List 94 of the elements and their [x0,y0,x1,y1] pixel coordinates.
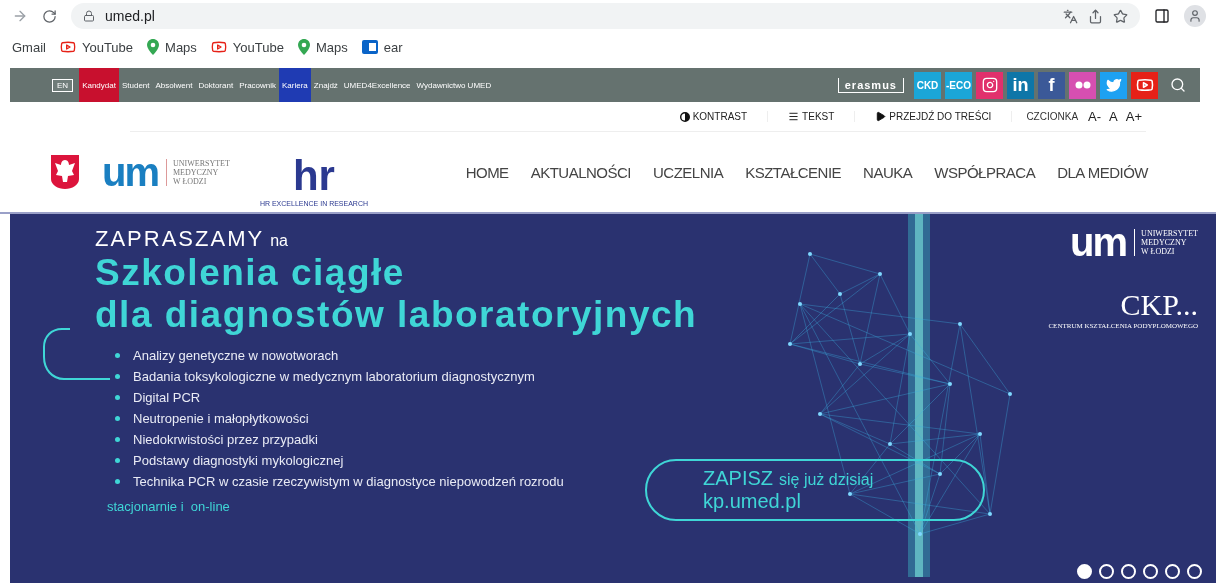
top-link[interactable]: Student [118,68,153,102]
accessibility-link[interactable]: TEKST [768,111,856,122]
university-logo-mark: um [1070,222,1127,262]
nav-link[interactable]: WSPÓŁPRACA [934,163,1036,181]
font-size-button[interactable]: A [1109,109,1118,124]
bookmark[interactable]: ear [361,39,403,55]
university-name: UNIWERSYTET MEDYCZNY W ŁODZI [1134,228,1198,256]
intro-text: ZAPRASZAMY [95,226,265,252]
bullet-dot [115,479,120,484]
university-logo-mark: um [102,152,158,192]
bird-icon [1105,77,1122,93]
slide-dot[interactable] [1077,564,1092,579]
ckp-logo-mark: CKP... [1120,288,1198,322]
youtube-icon [59,39,76,55]
course-mode: stacjonarnie i on-line [107,499,231,514]
twitter-link[interactable] [1100,71,1127,99]
bookmark[interactable]: Gmail [12,39,46,55]
bullet-dot [115,353,120,358]
bookmark[interactable]: YouTube [210,39,284,55]
font-size-button[interactable]: A+ [1125,109,1142,124]
banner-title: dla diagnostów laboratoryjnych [95,294,698,336]
course-item: Badania toksykologiczne w medycznym laboratorium diagnostycznym [133,369,535,384]
side-panel-icon[interactable] [1154,8,1170,24]
course-item: Neutropenie i małopłytkowości [133,411,309,426]
bookmark[interactable]: YouTube [59,39,134,55]
bookmark-star-icon[interactable] [1113,8,1128,24]
reload-icon[interactable] [42,8,57,24]
share-icon[interactable] [1088,8,1103,24]
accessibility-link[interactable]: KONTRAST [659,111,769,122]
bullet-dot [115,437,120,442]
map-pin-icon [147,39,160,55]
course-item: Technika PCR w czasie rzeczywistym w diagnostyce niepowodzeń rozrodu [133,474,564,489]
nav-link[interactable]: NAUKA [863,163,913,181]
bookmark[interactable]: Maps [297,39,348,55]
slide-dot[interactable] [1143,564,1158,579]
bullet-dot [115,395,120,400]
intro-text: na [270,232,288,250]
lock-icon [83,10,95,22]
translate-icon[interactable] [1063,8,1078,24]
slide-dot[interactable] [1121,564,1136,579]
top-link[interactable]: Kandydat [79,68,119,102]
coat-of-arms-icon [50,154,80,190]
bullet-dot [115,458,120,463]
contrast-icon [679,111,690,122]
top-link[interactable]: Wydawnictwo UMED [413,68,495,102]
map-pin-icon [297,39,310,55]
signup-text: ZAPISZ [703,467,773,490]
profile-avatar[interactable] [1184,5,1206,27]
top-link[interactable]: Doktorant [195,68,237,102]
bullet-dot [115,416,120,421]
top-link[interactable]: Pracownik [236,68,280,102]
erasmus-logo[interactable]: erasmus [837,77,904,93]
slide-dot[interactable] [1099,564,1114,579]
course-item: Analizy genetyczne w nowotworach [133,348,339,363]
search-icon[interactable] [1170,77,1186,93]
flickr-link[interactable] [1069,71,1096,99]
youtube-icon [1135,76,1154,94]
play-icon [875,111,887,122]
nav-link[interactable]: DLA MEDIÓW [1057,163,1148,181]
top-link[interactable]: UMED4Excellence [340,68,414,102]
youtube-icon [210,39,227,55]
font-size-label: CZCIONKA [1025,111,1079,122]
menu-icon [788,111,800,122]
nav-link[interactable]: AKTUALNOŚCI [530,163,631,181]
language-button[interactable]: EN [52,78,74,92]
banner-title: Szkolenia ciągłe [95,252,406,294]
bullet-dot [115,374,120,379]
instagram-link[interactable] [976,71,1003,99]
signup-text: się już dzisiaj [779,471,874,489]
address-bar[interactable]: umed.pl [71,3,1140,29]
bracket-line [42,327,112,382]
course-item: Podstawy diagnostyki mykologicznej [133,453,344,468]
top-link[interactable]: Kariera [279,68,311,102]
nav-link[interactable]: KSZTAŁCENIE [745,163,842,181]
instagram-icon [981,77,998,93]
accessibility-link[interactable]: PRZEJDŹ DO TREŚCI [855,111,1013,122]
font-size-button[interactable]: A- [1088,109,1102,124]
course-item: Digital PCR [133,390,201,405]
signup-url: kp.umed.pl [703,490,802,513]
youtube-link[interactable] [1131,71,1158,99]
linkedin-link[interactable]: in [1007,71,1034,99]
slide-dot[interactable] [1165,564,1180,579]
nav-link[interactable]: UCZELNIA [653,163,724,181]
top-link[interactable]: Absolwent [152,68,196,102]
bookmark[interactable]: Maps [147,39,197,55]
course-item: Niedokrwistości przez przypadki [133,432,318,447]
two-dots-icon [1074,81,1091,89]
facebook-link[interactable]: f [1038,71,1065,99]
top-link[interactable]: Znajdź [310,68,341,102]
hr-logo-mark: hr [292,155,335,197]
slide-dot[interactable] [1187,564,1202,579]
mail-icon [361,40,378,54]
nav-link[interactable]: HOME [465,163,509,181]
university-name: UNIWERSYTET MEDYCZNY W ŁODZI [166,158,230,186]
